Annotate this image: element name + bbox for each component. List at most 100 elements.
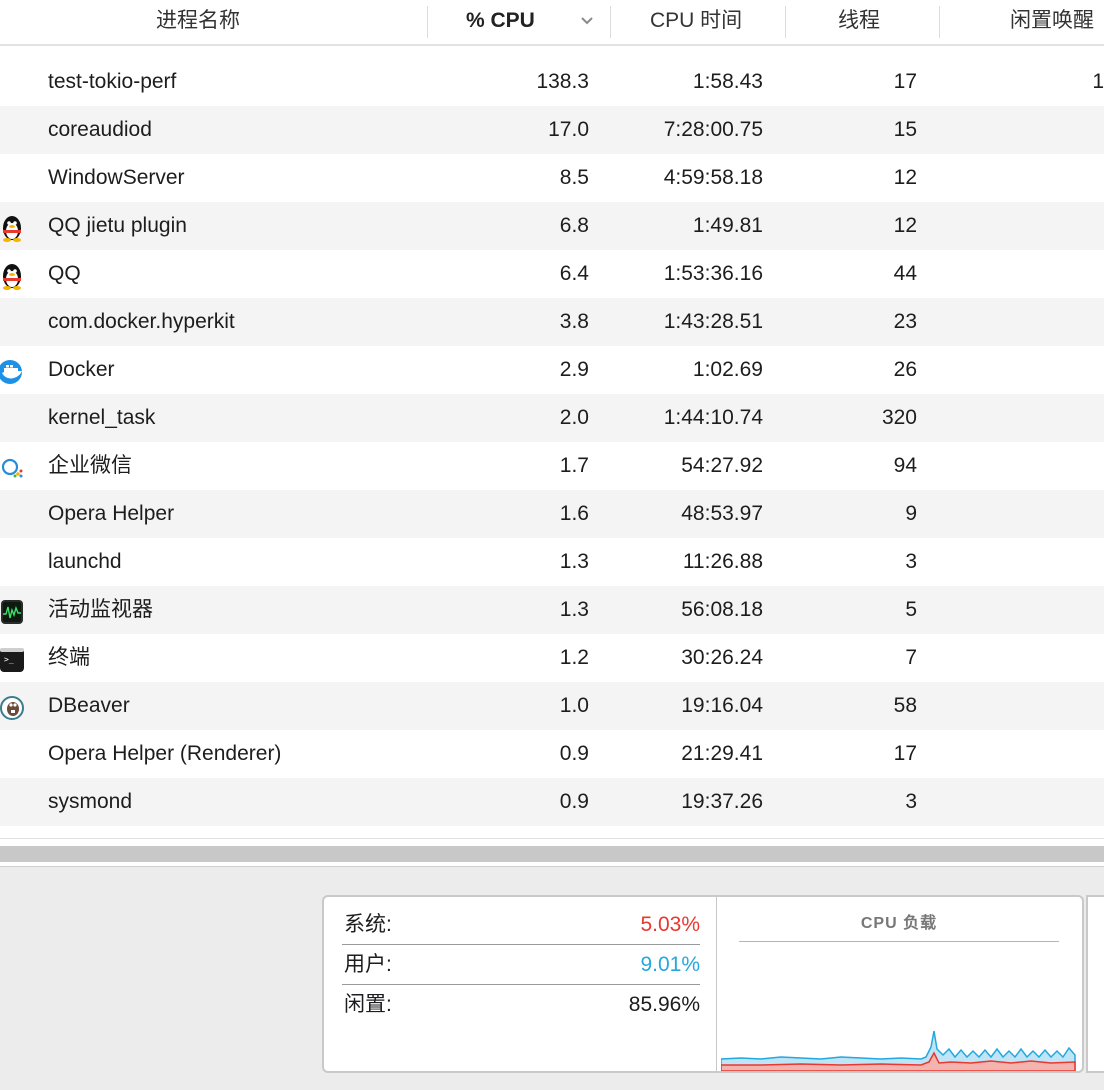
table-row[interactable]: WindowServer 8.5 4:59:58.18 12	[0, 154, 1104, 202]
cpu-percent: 0.9	[559, 742, 589, 765]
svg-text:>_: >_	[4, 655, 14, 664]
cpu-percent: 1.2	[559, 646, 589, 669]
process-name: DBeaver	[48, 694, 130, 717]
column-separator[interactable]	[939, 6, 940, 38]
user-value: 9.01%	[640, 953, 700, 976]
cpu-time: 1:43:28.51	[663, 310, 763, 333]
cpu-summary-panel: 系统: 5.03% 用户: 9.01% 闲置: 85.96% CPU 负载	[0, 867, 1104, 1090]
column-separator[interactable]	[785, 6, 786, 38]
table-row[interactable]: DBeaver 1.0 19:16.04 58	[0, 682, 1104, 730]
cpu-time: 4:59:58.18	[663, 166, 763, 189]
terminal-icon: >_	[0, 646, 24, 674]
process-name: com.docker.hyperkit	[48, 310, 235, 333]
column-header-threads[interactable]: 线程	[838, 0, 880, 44]
cpu-percent: 6.4	[559, 262, 589, 285]
thread-count: 12	[893, 166, 917, 189]
column-separator[interactable]	[427, 6, 428, 38]
table-row[interactable]: Docker 2.9 1:02.69 26	[0, 346, 1104, 394]
cpu-percent: 1.3	[559, 550, 589, 573]
table-row[interactable]: kernel_task 2.0 1:44:10.74 320	[0, 394, 1104, 442]
table-row[interactable]: launchd 1.3 11:26.88 3	[0, 538, 1104, 586]
chart-title-underline	[739, 941, 1059, 942]
cpu-time: 11:26.88	[682, 550, 763, 573]
table-row[interactable]: Opera Helper 1.6 48:53.97 9	[0, 490, 1104, 538]
thread-count: 15	[893, 118, 917, 141]
thread-count: 58	[893, 694, 917, 717]
process-name: WindowServer	[48, 166, 185, 189]
thread-count: 3	[905, 790, 917, 813]
dbeaver-icon	[0, 694, 24, 722]
cpu-percent: 2.0	[559, 406, 589, 429]
cpu-time: 56:08.18	[681, 598, 763, 621]
cpu-stats-box: 系统: 5.03% 用户: 9.01% 闲置: 85.96%	[322, 895, 718, 1073]
table-row[interactable]: coreaudiod 17.0 7:28:00.75 15	[0, 106, 1104, 154]
thread-count: 5	[905, 598, 917, 621]
table-row[interactable]: sysmond 0.9 19:37.26 3	[0, 778, 1104, 826]
table-row[interactable]: Opera Helper (Renderer) 0.9 21:29.41 17	[0, 730, 1104, 778]
process-name: launchd	[48, 550, 122, 573]
column-header-cpu-time[interactable]: CPU 时间	[650, 0, 742, 44]
user-stat: 用户: 9.01%	[344, 945, 700, 985]
system-label: 系统:	[344, 913, 392, 936]
wecom-icon	[0, 454, 24, 482]
idle-stat: 闲置: 85.96%	[344, 985, 700, 1025]
process-name: Docker	[48, 358, 115, 381]
cpu-time: 30:26.24	[681, 646, 763, 669]
idle-label: 闲置:	[344, 993, 392, 1016]
process-name: sysmond	[48, 790, 133, 813]
process-name: Opera Helper	[48, 502, 175, 525]
cpu-percent: 1.6	[559, 502, 589, 525]
docker-whale-icon	[0, 358, 24, 386]
cpu-time: 21:29.41	[681, 742, 763, 765]
thread-count: 3	[905, 550, 917, 573]
column-header-cpu[interactable]: % CPU	[466, 0, 535, 44]
cpu-load-graph	[721, 1030, 1076, 1071]
process-name: Opera Helper (Renderer)	[48, 742, 282, 765]
sort-descending-icon[interactable]	[578, 12, 596, 30]
cpu-time: 1:44:10.74	[663, 406, 763, 429]
table-row[interactable]: com.docker.hyperkit 3.8 1:43:28.51 23	[0, 298, 1104, 346]
column-header-process-name[interactable]: 进程名称	[156, 0, 240, 44]
thread-count: 17	[893, 70, 917, 93]
table-row[interactable]: 企业微信 1.7 54:27.92 94	[0, 442, 1104, 490]
table-row[interactable]: >_ 终端 1.2 30:26.24 7	[0, 634, 1104, 682]
thread-count: 26	[893, 358, 917, 381]
cpu-time: 48:53.97	[681, 502, 763, 525]
thread-count: 23	[893, 310, 917, 333]
system-value: 5.03%	[640, 913, 700, 936]
cpu-load-title: CPU 负载	[860, 915, 938, 932]
cpu-load-chart: CPU 负载	[716, 895, 1084, 1073]
process-name: 企业微信	[48, 454, 132, 477]
thread-count: 9	[905, 502, 917, 525]
cpu-time: 7:28:00.75	[663, 118, 763, 141]
cpu-percent: 0.9	[559, 790, 589, 813]
process-name: coreaudiod	[48, 118, 152, 141]
cpu-percent: 2.9	[559, 358, 589, 381]
user-label: 用户:	[344, 953, 392, 976]
thread-count: 94	[893, 454, 917, 477]
table-row[interactable]: 活动监视器 1.3 56:08.18 5	[0, 586, 1104, 634]
thread-count: 12	[893, 214, 917, 237]
cpu-time: 19:16.04	[681, 694, 763, 717]
table-row[interactable]: QQ jietu plugin 6.8 1:49.81 12	[0, 202, 1104, 250]
column-header-idle-wakeups[interactable]: 闲置唤醒	[1010, 0, 1094, 44]
process-name: 活动监视器	[48, 598, 153, 621]
cpu-percent: 3.8	[559, 310, 589, 333]
table-divider	[0, 838, 1104, 839]
thread-count: 7	[905, 646, 917, 669]
cpu-percent: 138.3	[536, 70, 589, 93]
process-name: QQ	[48, 262, 81, 285]
horizontal-scrollbar[interactable]	[0, 846, 1104, 862]
table-row[interactable]: QQ 6.4 1:53:36.16 44	[0, 250, 1104, 298]
idle-wakeups: 1	[1092, 70, 1104, 93]
table-row[interactable]: test-tokio-perf 138.3 1:58.43 17 1	[0, 58, 1104, 106]
side-panel-edge	[1086, 895, 1104, 1073]
cpu-percent: 1.7	[559, 454, 589, 477]
cpu-time: 19:37.26	[681, 790, 763, 813]
process-table: test-tokio-perf 138.3 1:58.43 17 1 coreaudiod…	[0, 58, 1104, 826]
column-separator[interactable]	[610, 6, 611, 38]
cpu-time: 54:27.92	[681, 454, 763, 477]
cpu-percent: 8.5	[559, 166, 589, 189]
process-name: 终端	[48, 646, 90, 669]
process-name: kernel_task	[48, 406, 156, 429]
